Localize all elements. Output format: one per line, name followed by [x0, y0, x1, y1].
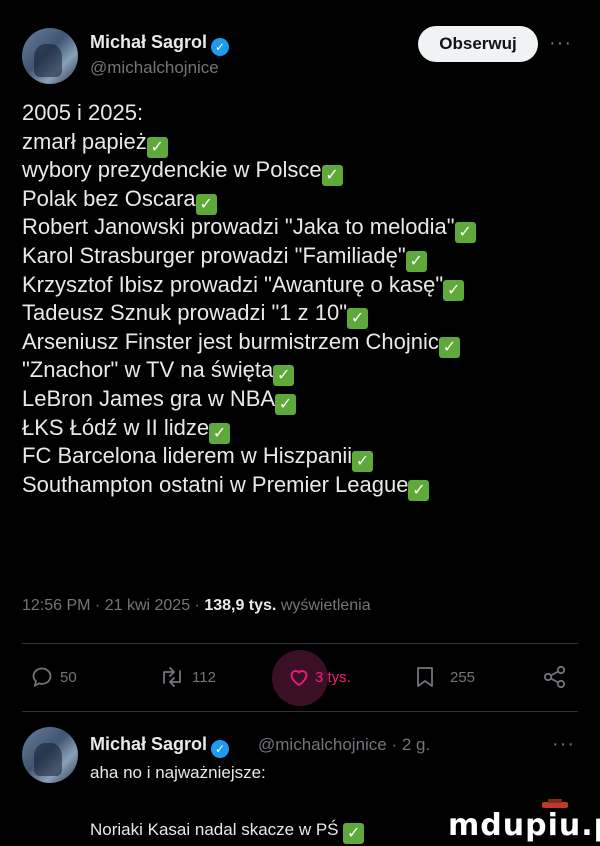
share-icon [543, 665, 566, 689]
author-avatar[interactable] [22, 28, 78, 84]
reply-author-name-text[interactable]: Michał Sagrol [90, 734, 207, 754]
tweet-line-text: LeBron James gra w NBA [22, 385, 276, 411]
tweet-line-text: 2005 i 2025: [22, 100, 144, 125]
tweet-line: Arseniusz Finster jest burmistrzem Chojn… [22, 328, 582, 358]
more-options-icon[interactable]: ··· [549, 32, 572, 55]
bookmark-icon [417, 667, 433, 687]
tweet-text: 2005 i 2025: zmarł papież ✓ wybory prezyden… [22, 99, 582, 501]
verified-icon: ✓ [211, 38, 230, 56]
tweet-line-text: Robert Janowski prowadzi "Jaka to melodi… [22, 214, 455, 240]
tweet-line-text: wybory prezydenckie w Polsce [22, 157, 322, 183]
tweet-meta: 12:56 PM · 21 kwi 2025 · 138,9 tys. wyśw… [22, 597, 371, 615]
tweet-line: 2005 i 2025: [22, 99, 582, 128]
reply-button[interactable]: 50 [30, 664, 77, 690]
tweet-line: LeBron James gra w NBA ✓ [22, 385, 582, 415]
check-icon: ✓ [343, 823, 365, 844]
views-count: 138,9 tys. [204, 597, 277, 614]
check-icon: ✓ [275, 393, 297, 415]
check-icon: ✓ [405, 250, 427, 272]
tweet-line: wybory prezydenckie w Polsce ✓ [22, 156, 582, 187]
watermark: mdupiu.pl [448, 808, 600, 843]
reply-text-line-1: aha no i najważniejsze: [90, 763, 266, 782]
divider [22, 643, 578, 644]
reply-avatar[interactable] [22, 727, 78, 783]
tweet-line-text: "Znachor" w TV na święta [22, 357, 274, 383]
share-button[interactable] [542, 664, 568, 690]
tweet-line: Southampton ostatni w Premier League ✓ [22, 471, 582, 501]
reply-text-line-2: Noriaki Kasai nadal skacze w PŚ ✓ [90, 820, 365, 844]
check-icon: ✓ [321, 165, 343, 187]
tweet-line: Polak bez Oscara ✓ [22, 185, 582, 215]
tweet-line-text: Arseniusz Finster jest burmistrzem Chojn… [22, 328, 439, 354]
repost-count: 112 [192, 668, 216, 686]
check-icon: ✓ [352, 451, 374, 473]
author-name[interactable]: Michał Sagrol ✓ [90, 32, 230, 56]
reply-meta[interactable]: @michalchojnice · 2 g. [258, 735, 430, 755]
check-icon: ✓ [443, 279, 465, 301]
tweet-timestamp[interactable]: 12:56 PM · 21 kwi 2025 · [22, 597, 204, 614]
tweet-line: ŁKS Łódź w II lidze ✓ [22, 414, 582, 444]
tweet-line: zmarł papież ✓ [22, 128, 582, 158]
tweet-line-text: zmarł papież [22, 128, 147, 154]
bookmark-count: 255 [450, 668, 476, 686]
check-icon: ✓ [209, 422, 231, 444]
like-count: 3 tys. [315, 668, 351, 686]
author-name-text[interactable]: Michał Sagrol [90, 32, 207, 52]
bookmark-button[interactable]: 255 [414, 664, 475, 690]
tweet-line-text: Tadeusz Sznuk prowadzi "1 z 10" [22, 300, 348, 326]
tweet-line: "Znachor" w TV na święta ✓ [22, 356, 582, 387]
tweet-line-text: FC Barcelona liderem w Hiszpanii [22, 443, 353, 469]
divider [22, 711, 578, 712]
reply-more-options-icon[interactable]: ··· [552, 733, 575, 756]
tweet-line-text: Southampton ostatni w Premier League [22, 471, 409, 497]
author-handle[interactable]: @michalchojnice [90, 58, 219, 78]
verified-icon: ✓ [211, 740, 230, 758]
reply-author-name[interactable]: Michał Sagrol ✓ [90, 734, 230, 758]
tweet-line: Tadeusz Sznuk prowadzi "1 z 10" ✓ [22, 299, 582, 330]
check-icon: ✓ [195, 193, 217, 215]
heart-icon [290, 670, 308, 686]
reply-icon [32, 667, 52, 688]
follow-button[interactable]: Obserwuj [418, 26, 538, 62]
tweet-line-text: Polak bez Oscara [22, 185, 196, 211]
tweet-line-text: Karol Strasburger prowadzi "Familiadę" [22, 242, 406, 268]
repost-icon [163, 667, 181, 687]
reply-count: 50 [60, 668, 77, 686]
tweet-line-text: Krzysztof Ibisz prowadzi "Awanturę o kas… [22, 271, 444, 297]
tweet-line: Karol Strasburger prowadzi "Familiadę" ✓ [22, 242, 582, 272]
check-icon: ✓ [273, 365, 295, 387]
check-icon: ✓ [146, 136, 168, 158]
like-button[interactable]: 3 tys. [287, 664, 351, 690]
tweet-line: FC Barcelona liderem w Hiszpanii ✓ [22, 442, 582, 473]
check-icon: ✓ [438, 336, 460, 358]
tweet-line: Krzysztof Ibisz prowadzi "Awanturę o kas… [22, 271, 582, 301]
tweet-line: Robert Janowski prowadzi "Jaka to melodi… [22, 213, 582, 244]
views-label: wyświetlenia [276, 597, 371, 614]
check-icon: ✓ [408, 479, 430, 501]
check-icon: ✓ [347, 308, 369, 330]
check-icon: ✓ [454, 222, 476, 244]
tweet-line-text: ŁKS Łódź w II lidze [22, 414, 210, 440]
repost-button[interactable]: 112 [158, 664, 216, 690]
reply-text-line-2-text: Noriaki Kasai nadal skacze w PŚ [90, 820, 339, 839]
